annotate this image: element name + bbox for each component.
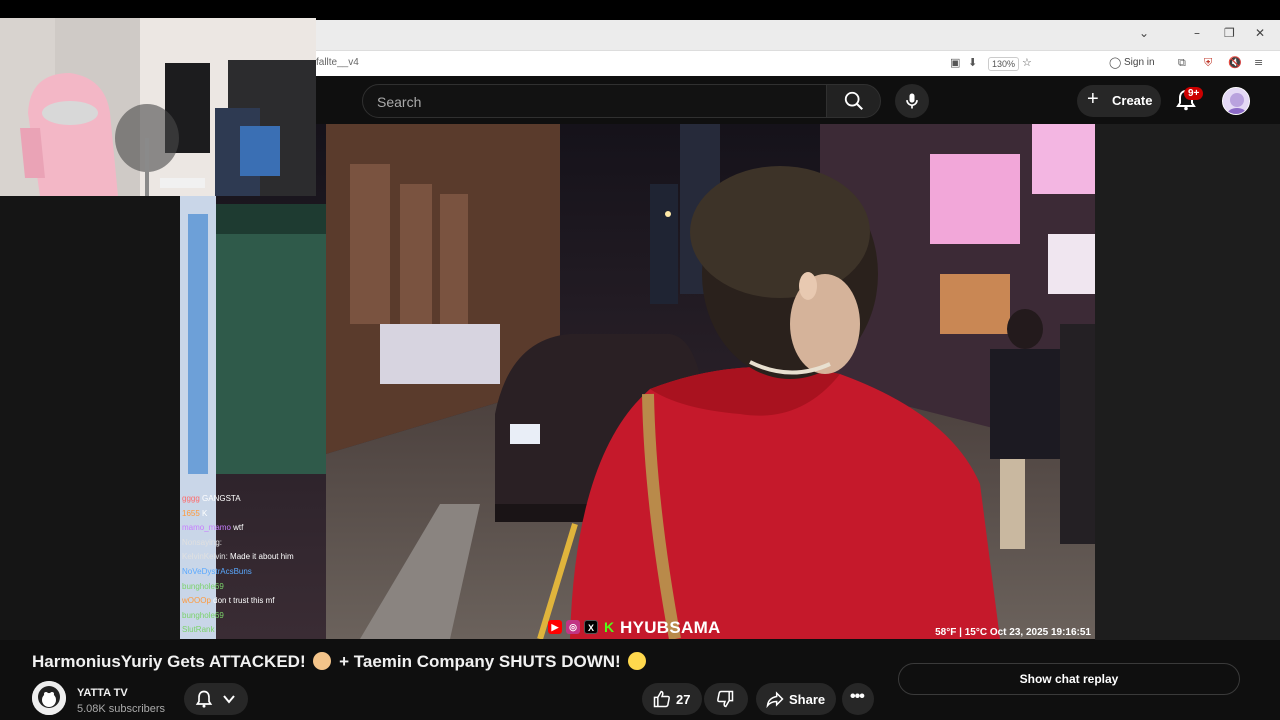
menu-icon[interactable]: ≡ xyxy=(1254,56,1263,69)
video-player[interactable]: gggg GANGSTA 1655 Kmamo_mamo wtf Nonsaying… xyxy=(180,124,1095,639)
chat-username: bunghole69 xyxy=(182,581,224,591)
youtube-icon: ▶ xyxy=(548,620,562,634)
share-arrow-icon xyxy=(766,691,784,709)
webcam-overlay xyxy=(0,18,316,196)
chat-text: K xyxy=(199,508,208,518)
zoom-level[interactable]: 130% xyxy=(988,57,1020,71)
chat-message: SlutRank xyxy=(182,623,332,638)
url-text[interactable]: fallte__v4 xyxy=(316,57,359,68)
top-black-strip xyxy=(0,0,1280,20)
right-background xyxy=(1095,124,1280,640)
account-icon[interactable]: ◯ xyxy=(1109,56,1121,69)
chat-message: mamo_mamo wtf xyxy=(182,521,332,536)
search-input[interactable]: Search xyxy=(362,84,827,118)
chat-text: don t trust this mf xyxy=(210,596,275,606)
subscriber-count: 5.08K subscribers xyxy=(77,703,166,715)
more-actions-button[interactable]: ••• xyxy=(842,683,874,715)
chat-text: wtf xyxy=(230,523,244,533)
search-placeholder: Search xyxy=(377,94,422,110)
extensions-icon[interactable]: ⧉ xyxy=(1178,56,1186,70)
chat-message: wOOOp don t trust this mf xyxy=(182,594,332,609)
picture-in-picture-icon[interactable]: ▣ xyxy=(950,56,960,69)
minimize-icon[interactable]: – xyxy=(1194,26,1200,40)
x-icon: X xyxy=(584,620,598,634)
chevron-down-icon xyxy=(223,695,235,704)
create-label: Create xyxy=(1112,93,1153,108)
microphone-icon xyxy=(906,93,918,109)
dislike-button[interactable] xyxy=(704,683,748,715)
like-button[interactable]: 27 xyxy=(642,683,702,715)
download-icon[interactable]: ⬇ xyxy=(968,56,977,69)
chat-message: NoVeDystrAcsBuns xyxy=(182,565,332,580)
chat-username: SlutRank xyxy=(182,625,215,635)
weather-time-overlay: 58°F | 15°C Oct 23, 2025 19:16:51 xyxy=(935,627,1091,638)
webcam-image xyxy=(0,18,316,196)
thumbs-up-icon xyxy=(653,690,670,708)
channel-name[interactable]: YATTA TV xyxy=(77,687,128,699)
shield-extension-icon[interactable]: ⛨ xyxy=(1204,56,1212,70)
left-background xyxy=(0,196,180,640)
video-title: HarmoniusYuriy Gets ATTACKED! + Taemin C… xyxy=(32,652,649,672)
subscription-notifications-button[interactable] xyxy=(184,683,248,715)
create-button[interactable]: + Create xyxy=(1077,85,1161,117)
video-title-part-2: + Taemin Company SHUTS DOWN! xyxy=(339,652,621,671)
tab-list-chevron-icon[interactable]: ⌄ xyxy=(1139,26,1149,40)
instagram-icon: ◎ xyxy=(566,620,580,634)
avatar-image xyxy=(1223,88,1249,114)
screen: ⌄ – ❐ ✕ fallte__v4 ▣ ⬇ 130% ☆ ◯ Sign in … xyxy=(0,0,1280,720)
chat-text: Made it about him xyxy=(227,552,294,562)
chat-message: bunghole69 xyxy=(182,580,332,595)
chat-username: KelvinKelvin: xyxy=(182,552,228,562)
search-icon xyxy=(844,91,863,110)
browser-title-bar: ⌄ – ❐ ✕ xyxy=(316,20,1280,50)
chat-message: 1655 K xyxy=(182,507,332,522)
browser-chrome: ⌄ – ❐ ✕ fallte__v4 ▣ ⬇ 130% ☆ ◯ Sign in … xyxy=(316,20,1280,76)
restore-icon[interactable]: ❐ xyxy=(1224,26,1235,40)
thumbs-down-icon xyxy=(717,690,734,708)
sign-in-link[interactable]: Sign in xyxy=(1124,57,1155,68)
address-bar[interactable]: fallte__v4 ▣ ⬇ 130% ☆ ◯ Sign in ⧉ ⛨ 🔇 ≡ xyxy=(316,50,1280,76)
chat-message: Nonsaying: xyxy=(182,536,332,551)
chat-username: mamo_mamo xyxy=(182,523,231,533)
chat-message: KelvinKelvin: Made it about him xyxy=(182,550,332,565)
chat-message: bunghole69 xyxy=(182,609,332,624)
close-icon[interactable]: ✕ xyxy=(1255,26,1265,40)
more-horizontal-icon: ••• xyxy=(850,688,865,705)
chat-username: gggg xyxy=(182,494,200,503)
chat-username: bunghole69 xyxy=(182,610,224,620)
chat-username: 1655 xyxy=(182,508,200,518)
chat-username: NoVeDystrAcsBuns xyxy=(182,566,252,576)
chat-username: Nonsaying: xyxy=(182,537,223,547)
user-avatar[interactable] xyxy=(1222,87,1250,115)
youtube-header: Search + Create 9+ xyxy=(316,76,1280,124)
plus-icon: + xyxy=(1087,88,1099,110)
mute-icon[interactable]: 🔇 xyxy=(1228,56,1242,69)
channel-avatar[interactable] xyxy=(32,681,66,715)
screaming-face-emoji-icon xyxy=(628,652,647,670)
stream-chat-overlay: gggg GANGSTA 1655 Kmamo_mamo wtf Nonsaying… xyxy=(182,492,332,638)
bell-icon xyxy=(195,690,213,708)
like-count: 27 xyxy=(676,692,691,707)
video-title-part-1: HarmoniusYuriy Gets ATTACKED! xyxy=(32,652,306,671)
kick-icon: K xyxy=(603,619,615,635)
chat-text: GANGSTA xyxy=(199,494,241,503)
share-button[interactable]: Share xyxy=(756,683,836,715)
chat-username: wOOOp xyxy=(182,596,211,606)
streamer-watermark: HYUBSAMA xyxy=(620,618,721,637)
voice-search-button[interactable] xyxy=(895,84,929,118)
channel-avatar-image xyxy=(32,681,66,715)
share-label: Share xyxy=(789,692,826,707)
notification-count-badge: 9+ xyxy=(1184,87,1204,100)
chat-message: gggg GANGSTA xyxy=(182,492,332,507)
show-chat-replay-button[interactable]: Show chat replay xyxy=(898,663,1240,695)
search-button[interactable] xyxy=(826,84,881,118)
cold-face-emoji-icon xyxy=(313,652,332,670)
bookmark-star-icon[interactable]: ☆ xyxy=(1022,56,1032,69)
